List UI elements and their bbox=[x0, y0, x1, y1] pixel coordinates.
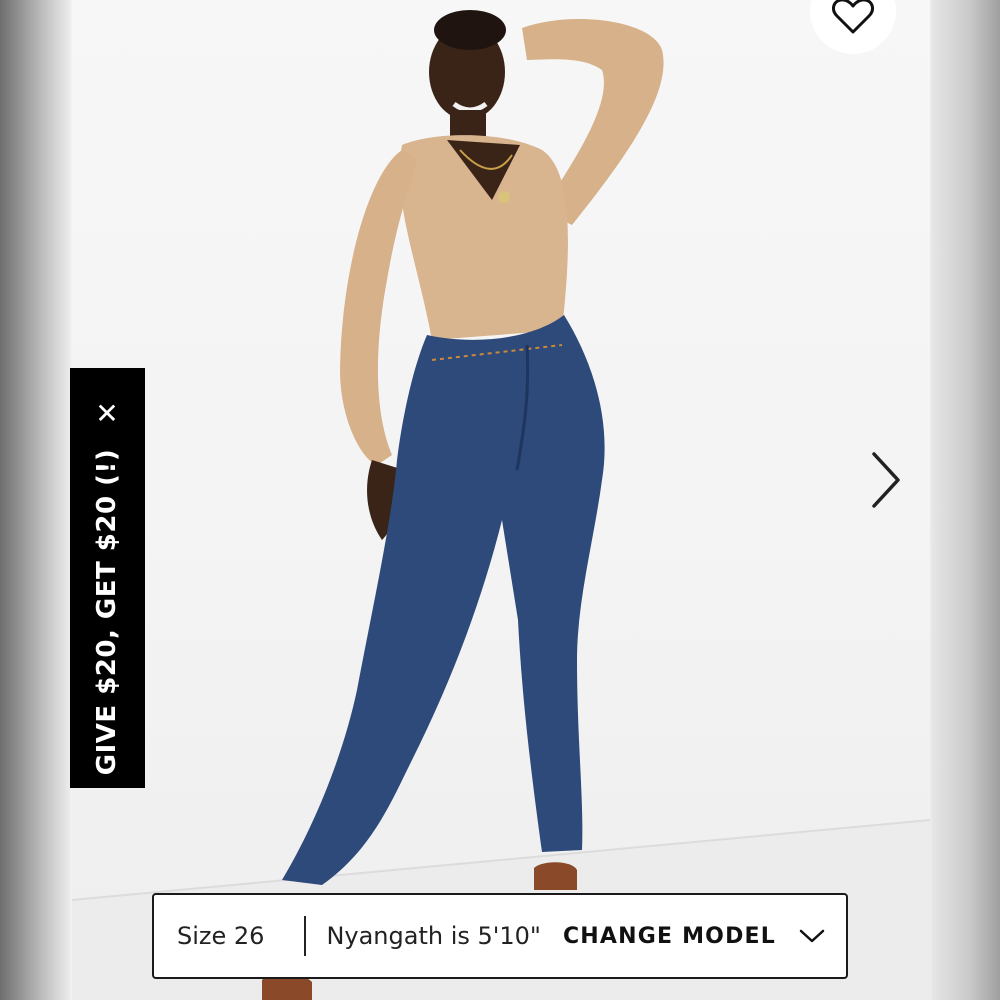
divider bbox=[304, 916, 307, 956]
product-photo bbox=[72, 0, 930, 1000]
promo-text: GIVE $20, GET $20 (!) bbox=[92, 448, 122, 776]
product-image-viewer: ✕ GIVE $20, GET $20 (!) Size 26 Nyangath… bbox=[0, 0, 1000, 1000]
chevron-right-icon bbox=[872, 452, 900, 508]
change-model-button[interactable]: CHANGE MODEL bbox=[563, 924, 826, 949]
chevron-down-icon bbox=[799, 929, 825, 943]
size-label: Size 26 bbox=[177, 922, 265, 950]
close-icon[interactable]: ✕ bbox=[92, 397, 122, 430]
change-model-label: CHANGE MODEL bbox=[562, 923, 776, 949]
model-info-bar: Size 26 Nyangath is 5'10" CHANGE MODEL bbox=[152, 893, 848, 979]
next-image-button[interactable] bbox=[862, 448, 910, 512]
model-illustration bbox=[72, 10, 930, 1000]
referral-promo-tab[interactable]: ✕ GIVE $20, GET $20 (!) bbox=[70, 368, 145, 788]
model-height-text: Nyangath is 5'10" bbox=[326, 922, 541, 950]
heart-icon bbox=[832, 0, 874, 34]
